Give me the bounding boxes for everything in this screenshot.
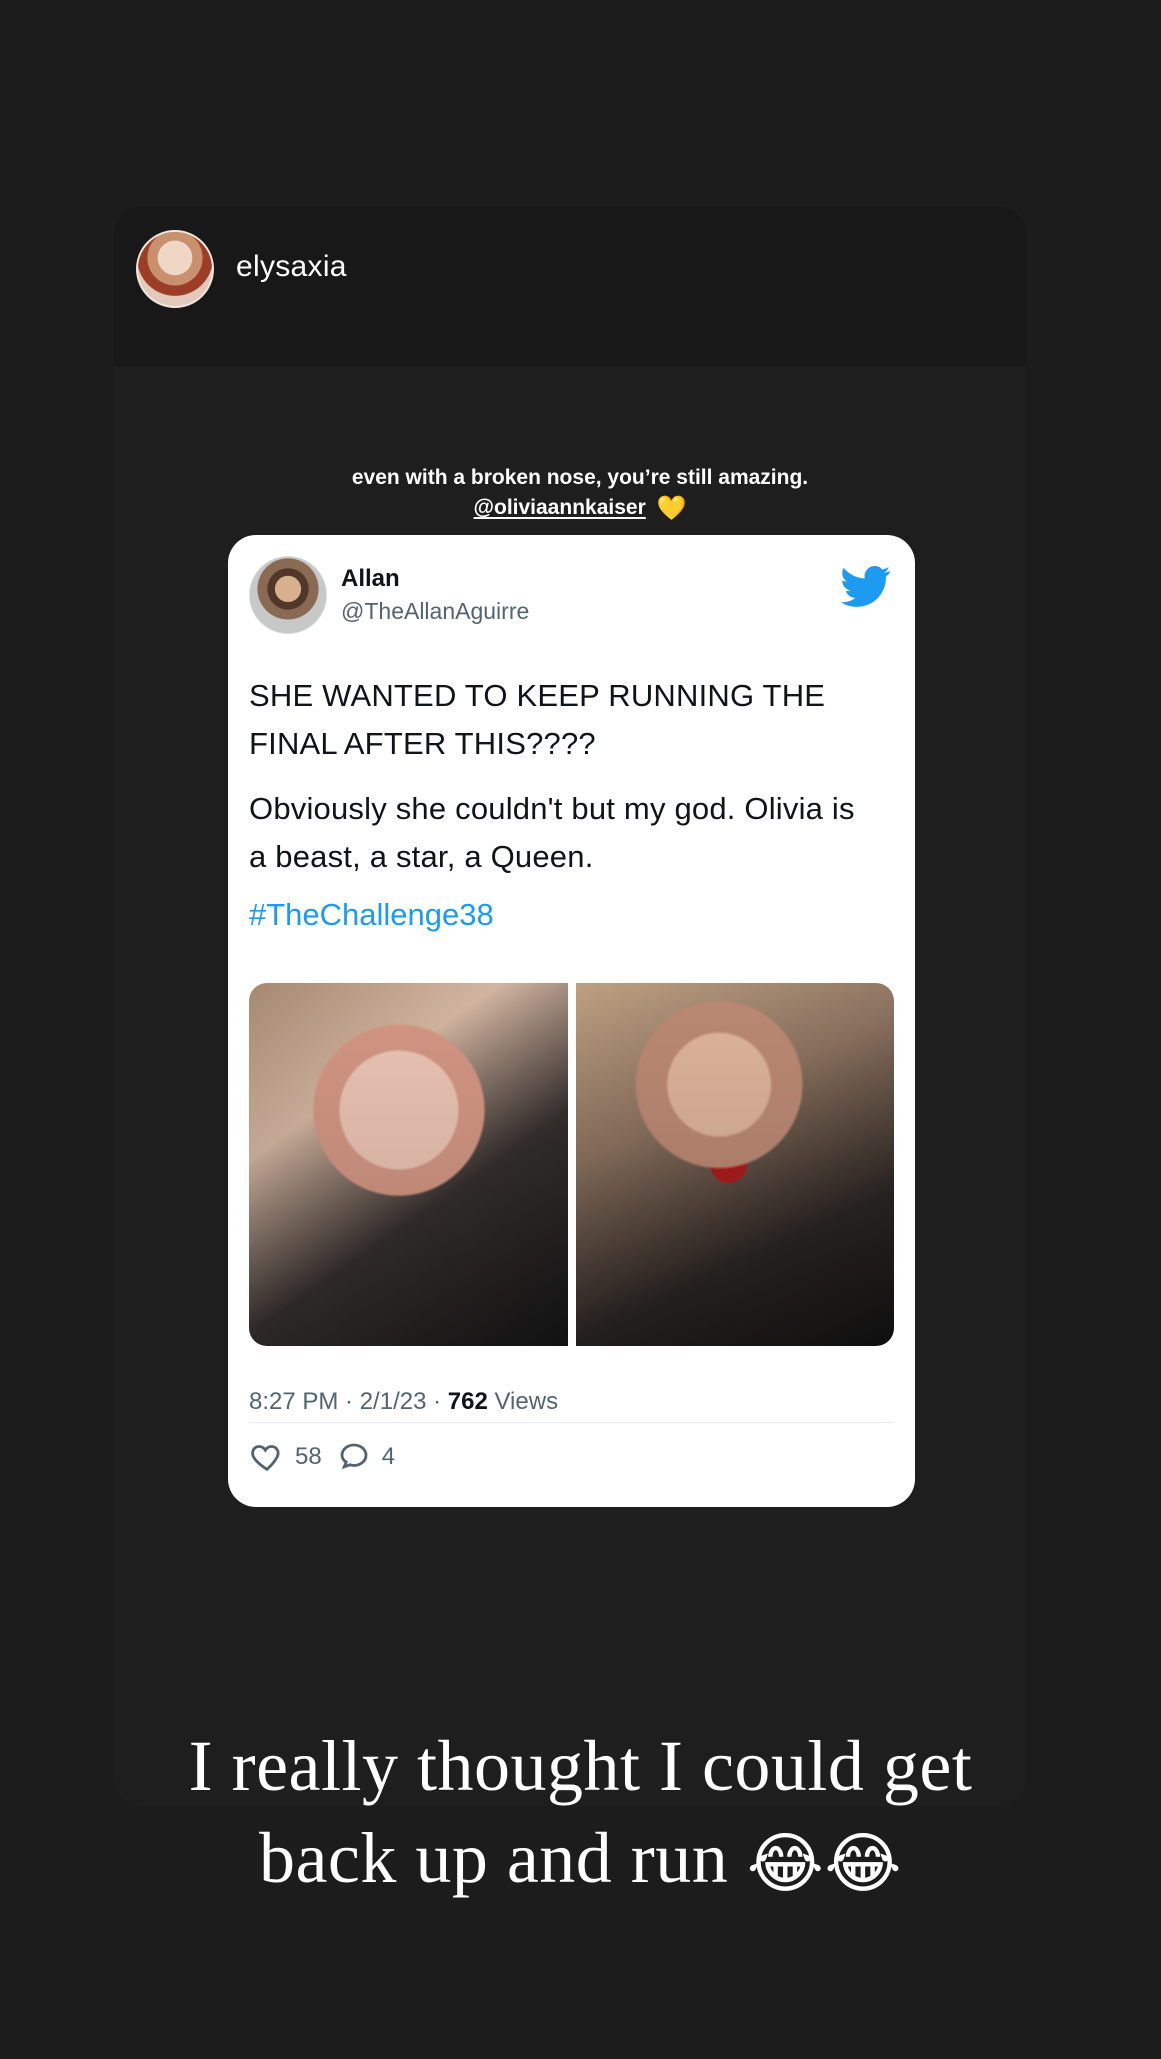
- overlay-line-1: I really thought I could get: [188, 1726, 973, 1806]
- tweet-media-grid[interactable]: [249, 983, 894, 1346]
- tweet-meta: 8:27 PM · 2/1/23 · 762 Views: [249, 1388, 558, 1416]
- tweet-author-name[interactable]: Allan: [341, 565, 400, 593]
- story-caption: even with a broken nose, you’re still am…: [230, 463, 930, 523]
- heart-outline-icon[interactable]: [249, 1439, 285, 1475]
- reply-action[interactable]: 4: [336, 1439, 395, 1475]
- like-count: 58: [295, 1443, 322, 1470]
- speech-bubble-icon[interactable]: [336, 1439, 372, 1475]
- crying-laughing-emoji: 😂😂: [746, 1825, 903, 1902]
- overlay-line-2: back up and run 😂😂: [48, 1812, 1113, 1910]
- like-action[interactable]: 58: [249, 1439, 322, 1475]
- tweet-divider: [249, 1422, 894, 1423]
- tweet-view-label: Views: [487, 1388, 559, 1415]
- tweet-author-avatar[interactable]: [249, 556, 327, 634]
- tweet-card[interactable]: Allan @TheAllanAguirre SHE WANTED TO KEE…: [228, 535, 915, 1507]
- tweet-author-handle[interactable]: @TheAllanAguirre: [341, 598, 529, 625]
- tweet-photo-right[interactable]: [575, 983, 894, 1346]
- caption-line-1: even with a broken nose, you’re still am…: [351, 466, 809, 489]
- tweet-text-primary: SHE WANTED TO KEEP RUNNING THE FINAL AFT…: [249, 678, 826, 761]
- tweet-view-count: 762: [447, 1388, 488, 1415]
- profile-username[interactable]: elysaxia: [236, 250, 347, 284]
- tweet-text-secondary: Obviously she couldn't but my god. Olivi…: [249, 791, 855, 874]
- reply-count: 4: [381, 1443, 396, 1470]
- story-header: [114, 206, 1026, 366]
- overlay-line-2-text: back up and run: [258, 1818, 729, 1898]
- tweet-photo-left[interactable]: [249, 983, 568, 1346]
- yellow-heart-emoji: 💛: [656, 495, 687, 522]
- twitter-bird-icon: [841, 566, 891, 607]
- profile-avatar[interactable]: [136, 230, 214, 308]
- tweet-actions: 58 4: [249, 1439, 395, 1475]
- story-overlay-text: I really thought I could get back up and…: [48, 1720, 1113, 1910]
- caption-line-2: @oliviaannkaiser 💛: [230, 493, 930, 523]
- tweet-hashtag[interactable]: #TheChallenge38: [249, 897, 494, 933]
- mention-link[interactable]: @oliviaannkaiser: [474, 496, 646, 519]
- tweet-timestamp: 8:27 PM · 2/1/23 ·: [249, 1388, 448, 1415]
